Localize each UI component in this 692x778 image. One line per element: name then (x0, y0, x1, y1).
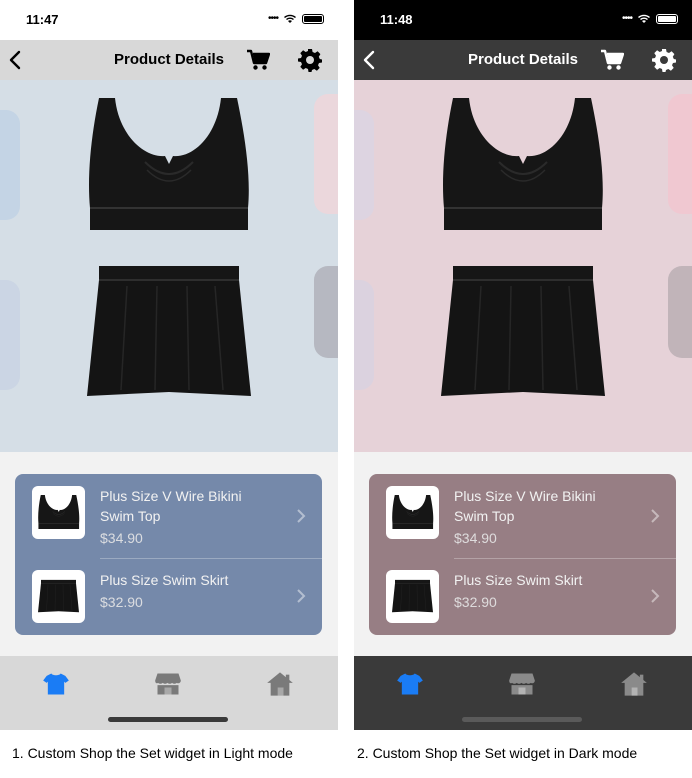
adjacent-product-right (668, 266, 692, 358)
tab-bar (0, 656, 338, 730)
adjacent-product-left (354, 280, 374, 390)
product-row-bikini-top[interactable]: Plus Size V Wire Bikini Swim Top $34.90 (369, 474, 676, 558)
product-thumbnail (386, 486, 439, 539)
adjacent-product-right (314, 94, 338, 214)
product-row-swim-skirt[interactable]: Plus Size Swim Skirt $32.90 (15, 558, 322, 635)
wifi-icon (284, 14, 296, 23)
product-row-swim-skirt[interactable]: Plus Size Swim Skirt $32.90 (369, 558, 676, 635)
chevron-right-icon (651, 589, 660, 603)
product-name: Plus Size V Wire Bikini Swim Top (454, 488, 596, 524)
product-hero-image[interactable] (354, 80, 692, 452)
caption-light-mode: 1. Custom Shop the Set widget in Light m… (12, 745, 293, 761)
tab-home-icon[interactable] (620, 670, 648, 698)
home-indicator[interactable] (462, 717, 582, 722)
tab-bar (354, 656, 692, 730)
bikini-top-image (85, 96, 251, 236)
back-icon[interactable] (6, 49, 26, 71)
tab-home-icon[interactable] (266, 670, 294, 698)
tab-tshirt-icon[interactable] (396, 670, 424, 698)
cart-icon[interactable] (600, 49, 624, 71)
product-price: $32.90 (454, 594, 497, 610)
caption-dark-mode: 2. Custom Shop the Set widget in Dark mo… (357, 745, 638, 761)
battery-icon (656, 13, 678, 24)
product-thumbnail (386, 570, 439, 623)
chevron-right-icon (297, 509, 306, 523)
shop-the-set-area: Plus Size V Wire Bikini Swim Top $34.90 … (0, 452, 338, 656)
chevron-right-icon (651, 509, 660, 523)
product-thumbnail (32, 570, 85, 623)
gear-icon[interactable] (652, 48, 676, 72)
cart-icon[interactable] (246, 49, 270, 71)
navigation-bar: Product Details (0, 40, 338, 80)
tab-store-icon[interactable] (508, 670, 536, 698)
adjacent-product-left (0, 280, 20, 390)
home-indicator[interactable] (108, 717, 228, 722)
page-title: Product Details (113, 51, 225, 68)
status-time: 11:47 (26, 12, 59, 27)
product-name: Plus Size Swim Skirt (454, 572, 583, 588)
navigation-bar: Product Details (354, 40, 692, 80)
product-row-bikini-top[interactable]: Plus Size V Wire Bikini Swim Top $34.90 (15, 474, 322, 558)
product-price: $34.90 (100, 530, 143, 546)
swim-skirt-image (87, 266, 251, 400)
status-icons: •••• (268, 13, 324, 24)
signal-icon: •••• (621, 13, 633, 24)
phone-screen-dark: 11:48 •••• Product Details Plus Size V W… (354, 0, 692, 730)
bikini-top-image (439, 96, 605, 236)
shop-the-set-card: Plus Size V Wire Bikini Swim Top $34.90 … (15, 474, 322, 635)
adjacent-product-left (0, 110, 20, 220)
adjacent-product-left (354, 110, 374, 220)
swim-skirt-image (441, 266, 605, 400)
status-bar: 11:47 •••• (0, 0, 338, 40)
battery-icon (302, 13, 324, 24)
back-icon[interactable] (360, 49, 380, 71)
adjacent-product-right (314, 266, 338, 358)
shop-the-set-card: Plus Size V Wire Bikini Swim Top $34.90 … (369, 474, 676, 635)
wifi-icon (638, 14, 650, 23)
product-name: Plus Size Swim Skirt (100, 572, 229, 588)
phone-screen-light: 11:47 •••• Product Details Plus Size V W… (0, 0, 338, 730)
tab-tshirt-icon[interactable] (42, 670, 70, 698)
chevron-right-icon (297, 589, 306, 603)
product-thumbnail (32, 486, 85, 539)
product-price: $32.90 (100, 594, 143, 610)
gear-icon[interactable] (298, 48, 322, 72)
status-bar: 11:48 •••• (354, 0, 692, 40)
status-icons: •••• (622, 13, 678, 24)
shop-the-set-area: Plus Size V Wire Bikini Swim Top $34.90 … (354, 452, 692, 656)
adjacent-product-right (668, 94, 692, 214)
status-time: 11:48 (380, 12, 413, 27)
page-title: Product Details (467, 51, 579, 68)
signal-icon: •••• (267, 13, 279, 24)
product-name: Plus Size V Wire Bikini Swim Top (100, 488, 242, 524)
product-price: $34.90 (454, 530, 497, 546)
product-hero-image[interactable] (0, 80, 338, 452)
tab-store-icon[interactable] (154, 670, 182, 698)
